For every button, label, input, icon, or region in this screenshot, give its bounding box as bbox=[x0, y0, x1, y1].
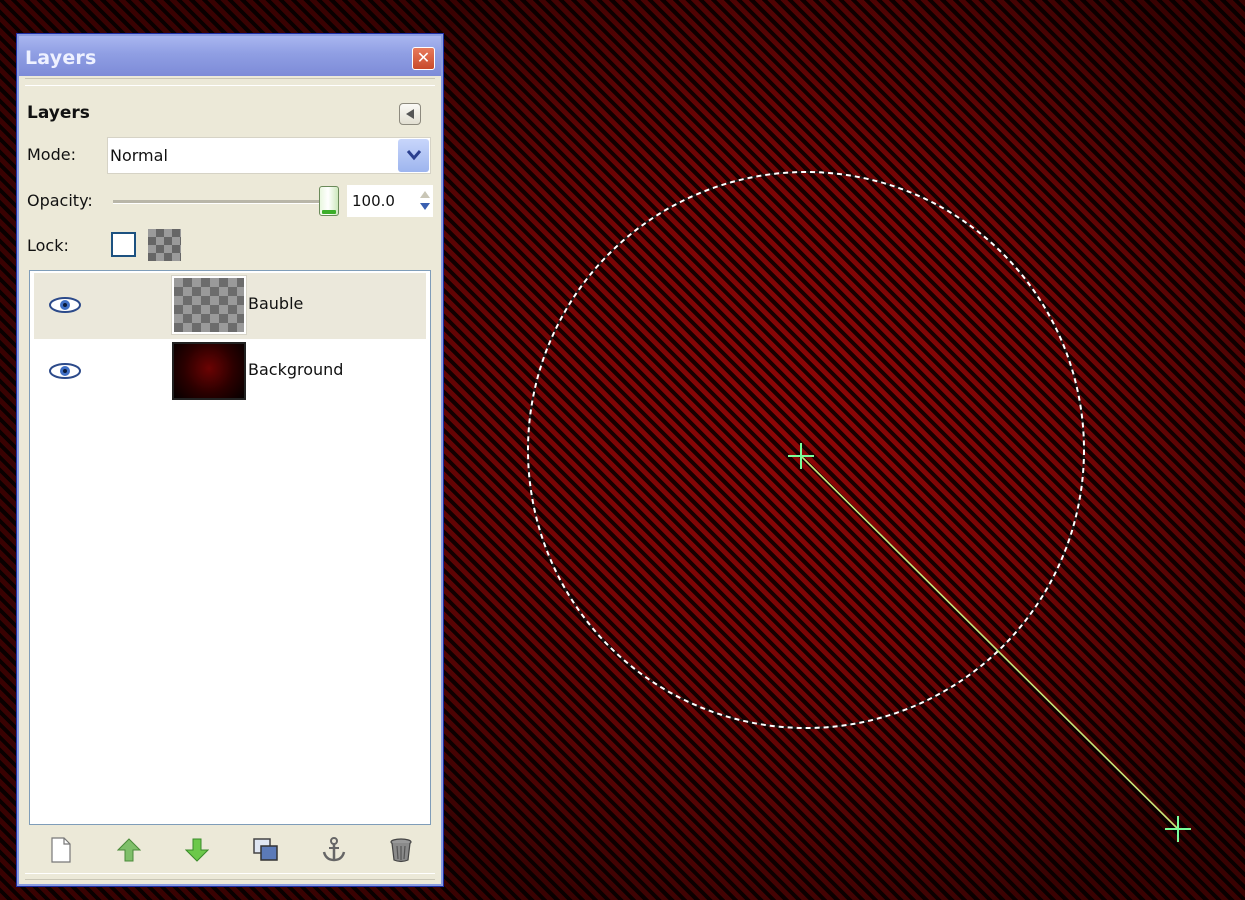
duplicate-layer-button[interactable] bbox=[247, 831, 283, 867]
new-layer-button[interactable] bbox=[43, 831, 79, 867]
spin-arrows-icon[interactable] bbox=[419, 188, 431, 214]
layer-button-bar bbox=[29, 827, 431, 871]
mode-label: Mode: bbox=[27, 145, 76, 164]
opacity-value: 100.0 bbox=[352, 192, 395, 210]
gradient-guide-line[interactable] bbox=[800, 455, 1179, 830]
raise-layer-button[interactable] bbox=[111, 831, 147, 867]
layer-row-bauble[interactable]: Bauble bbox=[34, 273, 426, 339]
new-layer-icon bbox=[51, 837, 71, 863]
dock-handle[interactable] bbox=[25, 78, 435, 86]
layer-name[interactable]: Bauble bbox=[248, 294, 303, 313]
dialog-titlebar[interactable]: Layers ✕ bbox=[19, 36, 441, 76]
panel-menu-button[interactable] bbox=[399, 103, 421, 125]
panel-header: Layers bbox=[27, 103, 90, 123]
selection-outline-shadow bbox=[527, 171, 1085, 729]
lock-label: Lock: bbox=[27, 236, 69, 255]
layer-thumbnail bbox=[172, 342, 246, 400]
lock-alpha-icon[interactable] bbox=[148, 229, 181, 261]
raise-arrow-icon bbox=[117, 838, 141, 862]
layer-list[interactable]: Bauble Background bbox=[29, 270, 431, 825]
mode-select[interactable]: Normal bbox=[107, 137, 431, 174]
mode-value: Normal bbox=[110, 146, 168, 165]
opacity-label: Opacity: bbox=[27, 191, 93, 210]
opacity-spinbutton[interactable]: 100.0 bbox=[347, 185, 433, 217]
layers-dialog: Layers ✕ Layers Mode: Normal Opacity: 10… bbox=[16, 33, 444, 887]
anchor-icon bbox=[322, 837, 346, 862]
close-button[interactable]: ✕ bbox=[412, 47, 435, 70]
delete-layer-button[interactable] bbox=[383, 831, 419, 867]
layer-row-background[interactable]: Background bbox=[34, 339, 426, 405]
dialog-title: Layers bbox=[25, 47, 97, 69]
tab-menu-icon bbox=[406, 109, 414, 119]
chevron-down-icon bbox=[406, 150, 422, 161]
lock-pixels-checkbox[interactable] bbox=[111, 232, 136, 257]
eye-icon[interactable] bbox=[48, 361, 82, 381]
eye-icon[interactable] bbox=[48, 295, 82, 315]
lower-layer-button[interactable] bbox=[179, 831, 215, 867]
mode-dropdown-button[interactable] bbox=[398, 139, 429, 172]
ellipse-selection[interactable] bbox=[527, 171, 1085, 729]
anchor-layer-button[interactable] bbox=[315, 831, 351, 867]
trash-icon bbox=[390, 838, 412, 863]
lower-arrow-icon bbox=[185, 838, 209, 862]
opacity-slider-track[interactable] bbox=[113, 200, 338, 204]
dialog-footer bbox=[25, 873, 435, 880]
layer-name[interactable]: Background bbox=[248, 360, 343, 379]
duplicate-icon bbox=[253, 838, 278, 861]
opacity-slider-thumb[interactable] bbox=[319, 186, 339, 216]
layer-thumbnail bbox=[171, 275, 247, 335]
